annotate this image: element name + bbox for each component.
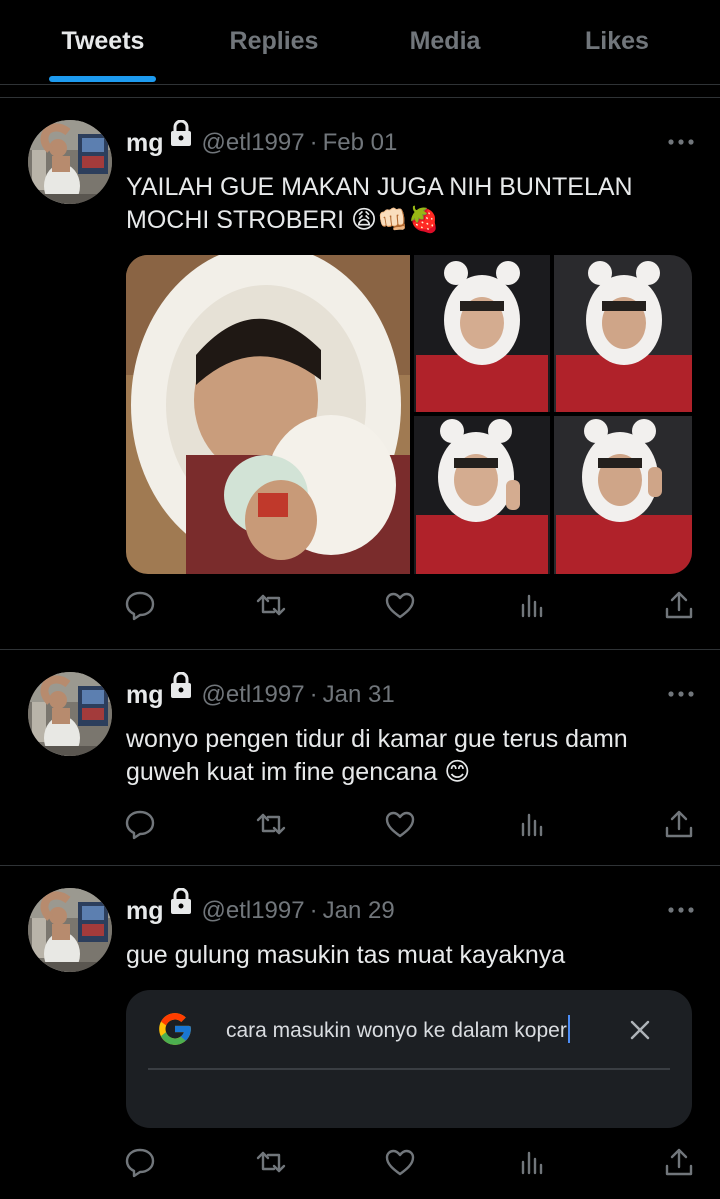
- tab-likes-label: Likes: [585, 27, 649, 55]
- search-divider: [148, 1068, 670, 1070]
- lock-icon: [170, 887, 192, 928]
- tab-replies-label: Replies: [229, 27, 319, 55]
- tab-media-label: Media: [409, 27, 481, 55]
- more-horizontal-icon[interactable]: [664, 684, 698, 704]
- tweet-date[interactable]: Jan 29: [323, 897, 395, 924]
- tweet-date[interactable]: Feb 01: [323, 129, 398, 156]
- tab-likes[interactable]: Likes: [531, 0, 703, 84]
- heart-icon[interactable]: [383, 588, 417, 622]
- lock-icon: [170, 119, 192, 160]
- retweet-icon[interactable]: [254, 588, 288, 622]
- user-handle[interactable]: @etl1997: [202, 681, 305, 708]
- tweet-actions: [0, 1145, 720, 1185]
- photo-red-jacket-4[interactable]: [554, 416, 692, 574]
- retweet-icon[interactable]: [254, 807, 288, 841]
- more-horizontal-icon[interactable]: [664, 900, 698, 920]
- views-icon[interactable]: [516, 807, 550, 841]
- views-icon[interactable]: [516, 588, 550, 622]
- search-query[interactable]: cara masukin wonyo ke dalam koper: [226, 1012, 570, 1050]
- photo-red-jacket-1[interactable]: [414, 255, 550, 412]
- tweet-header: mg @etl1997 · Jan 31: [126, 671, 686, 712]
- avatar[interactable]: [28, 888, 112, 972]
- search-query-text: cara masukin wonyo ke dalam koper: [226, 1019, 567, 1042]
- user-handle[interactable]: @etl1997: [202, 897, 305, 924]
- tweet[interactable]: mg @etl1997 · Jan 31 wonyo pengen tidur di …: [0, 650, 720, 866]
- google-g-logo: [156, 1010, 194, 1053]
- photo-red-jacket-2[interactable]: [554, 255, 692, 412]
- reply-icon[interactable]: [123, 1145, 157, 1179]
- share-icon[interactable]: [662, 588, 696, 622]
- google-search-card[interactable]: cara masukin wonyo ke dalam koper: [126, 990, 692, 1128]
- heart-icon[interactable]: [383, 1145, 417, 1179]
- separator: ·: [309, 129, 318, 156]
- tweet-header: mg @etl1997 · Jan 29: [126, 887, 686, 928]
- retweet-icon[interactable]: [254, 1145, 288, 1179]
- reply-icon[interactable]: [123, 807, 157, 841]
- tweet-text: YAILAH GUE MAKAN JUGA NIH BUNTELAN MOCHI…: [126, 173, 633, 234]
- heart-icon[interactable]: [383, 807, 417, 841]
- tweet-actions: [0, 807, 720, 847]
- photo-hood-selfie[interactable]: [126, 255, 410, 574]
- tab-tweets-label: Tweets: [61, 27, 145, 55]
- tweet-date[interactable]: Jan 31: [323, 681, 395, 708]
- active-tab-indicator: [49, 76, 156, 82]
- share-icon[interactable]: [662, 1145, 696, 1179]
- tab-media[interactable]: Media: [359, 0, 531, 84]
- tweet[interactable]: mg @etl1997 · Feb 01 YAILAH GUE MAKAN JUGA …: [0, 98, 720, 650]
- lock-icon: [170, 671, 192, 712]
- tweet[interactable]: mg @etl1997 · Jan 29 gue gulung masukin tas…: [0, 866, 720, 1199]
- display-name[interactable]: mg: [126, 897, 164, 925]
- tweet-text: wonyo pengen tidur di kamar gue terus da…: [126, 725, 628, 786]
- avatar[interactable]: [28, 672, 112, 756]
- reply-icon[interactable]: [123, 588, 157, 622]
- display-name[interactable]: mg: [126, 129, 164, 157]
- more-horizontal-icon[interactable]: [664, 132, 698, 152]
- display-name[interactable]: mg: [126, 681, 164, 709]
- profile-tabs: Tweets Replies Media Likes: [0, 0, 720, 85]
- photo-red-jacket-3[interactable]: [414, 416, 550, 574]
- text-caret: [567, 1015, 570, 1044]
- close-icon[interactable]: [628, 1018, 652, 1042]
- tweet-text: gue gulung masukin tas muat kayaknya: [126, 941, 566, 969]
- avatar[interactable]: [28, 120, 112, 204]
- separator: ·: [309, 681, 318, 708]
- tweet-actions: [0, 588, 720, 628]
- views-icon[interactable]: [516, 1145, 550, 1179]
- tweet-media[interactable]: [126, 255, 692, 574]
- tweet-header: mg @etl1997 · Feb 01: [126, 119, 686, 160]
- share-icon[interactable]: [662, 807, 696, 841]
- tab-replies[interactable]: Replies: [188, 0, 360, 84]
- tab-tweets[interactable]: Tweets: [17, 0, 189, 84]
- separator: ·: [309, 897, 318, 924]
- user-handle[interactable]: @etl1997: [202, 129, 305, 156]
